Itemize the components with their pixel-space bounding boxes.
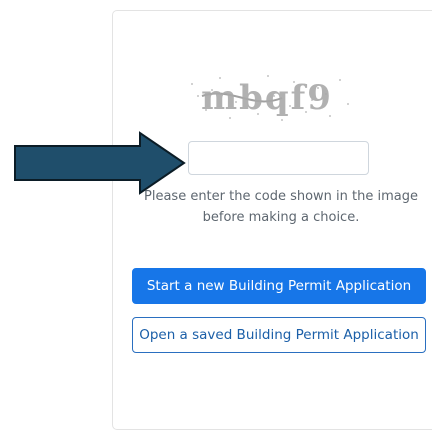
start-new-application-button[interactable]: Start a new Building Permit Application bbox=[132, 268, 426, 304]
open-saved-application-button[interactable]: Open a saved Building Permit Application bbox=[132, 317, 426, 353]
start-new-application-label: Start a new Building Permit Application bbox=[146, 278, 412, 294]
open-saved-application-label: Open a saved Building Permit Application bbox=[139, 327, 419, 343]
captcha-image: mbqf9 bbox=[172, 66, 362, 130]
captcha-code-input[interactable] bbox=[188, 141, 369, 175]
captcha-code: mbqf9 bbox=[201, 78, 333, 118]
arrow-right-icon bbox=[14, 131, 186, 195]
